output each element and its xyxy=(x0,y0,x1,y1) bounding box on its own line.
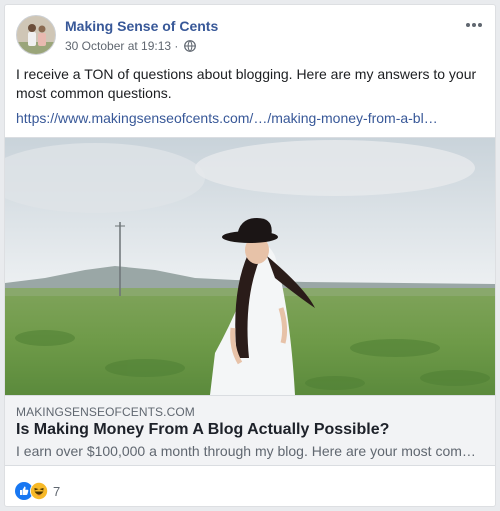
facebook-post: Making Sense of Cents 30 October at 19:1… xyxy=(4,4,496,507)
reactions-summary[interactable]: 7 xyxy=(15,481,60,501)
page-name-link[interactable]: Making Sense of Cents xyxy=(65,18,218,34)
link-preview[interactable]: MAKINGSENSEOFCENTS.COM Is Making Money F… xyxy=(5,137,495,466)
avatar[interactable] xyxy=(16,15,56,55)
meta-separator: · xyxy=(174,39,179,53)
preview-description: I earn over $100,000 a month through my … xyxy=(16,443,486,459)
reaction-count: 7 xyxy=(53,483,61,499)
post-timestamp[interactable]: 30 October at 19:13 xyxy=(65,39,171,53)
post-link[interactable]: https://www.makingsenseofcents.com/…/mak… xyxy=(16,109,486,128)
preview-domain: MAKINGSENSEOFCENTS.COM xyxy=(16,405,195,419)
preview-title[interactable]: Is Making Money From A Blog Actually Pos… xyxy=(16,421,486,439)
preview-image xyxy=(5,138,495,395)
post-meta: 30 October at 19:13 · xyxy=(65,39,196,55)
post-header: Making Sense of Cents 30 October at 19:1… xyxy=(16,15,485,57)
globe-icon xyxy=(183,40,196,55)
haha-icon xyxy=(29,481,49,501)
post-text: I receive a TON of questions about blogg… xyxy=(16,66,477,101)
preview-details: MAKINGSENSEOFCENTS.COM Is Making Money F… xyxy=(5,395,495,465)
more-options-icon[interactable] xyxy=(463,17,485,33)
